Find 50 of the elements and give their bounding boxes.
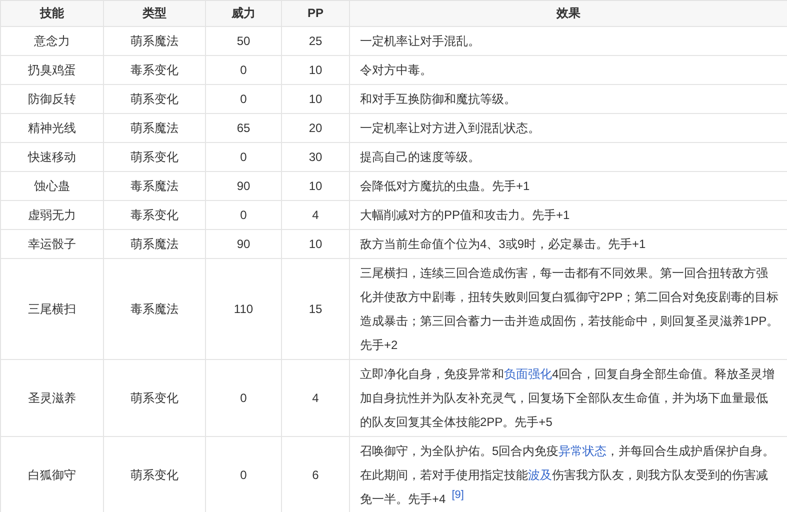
table-cell: 0 [206, 200, 282, 230]
table-cell: 110 [206, 258, 282, 360]
table-cell: 10 [282, 172, 350, 200]
table-cell: 虚弱无力 [0, 200, 104, 230]
citation-link[interactable]: [9] [452, 488, 464, 500]
table-cell: 65 [206, 114, 282, 142]
table-cell: 4 [282, 200, 350, 230]
effect-link[interactable]: 负面强化 [504, 367, 552, 381]
column-header: 类型 [104, 0, 206, 26]
table-cell: 快速移动 [0, 142, 104, 172]
table-cell: 0 [206, 142, 282, 172]
table-cell: 萌系魔法 [104, 230, 206, 258]
table-cell: 毒系魔法 [104, 258, 206, 360]
table-cell: 白狐御守 [0, 436, 104, 512]
table-cell: 15 [282, 258, 350, 360]
table-cell: 90 [206, 172, 282, 200]
table-cell: 4 [282, 360, 350, 436]
table-cell: 扔臭鸡蛋 [0, 56, 104, 84]
column-header: 威力 [206, 0, 282, 26]
table-cell: 萌系魔法 [104, 114, 206, 142]
table-cell: 90 [206, 230, 282, 258]
table-cell: 20 [282, 114, 350, 142]
table-cell: 防御反转 [0, 84, 104, 114]
column-header: PP [282, 0, 350, 26]
table-cell: 25 [282, 26, 350, 56]
table-cell: 0 [206, 360, 282, 436]
table-cell: 意念力 [0, 26, 104, 56]
table-cell: 毒系变化 [104, 200, 206, 230]
table-cell: 10 [282, 56, 350, 84]
table-cell: 萌系变化 [104, 142, 206, 172]
table-cell: 三尾横扫 [0, 258, 104, 360]
table-cell: 幸运骰子 [0, 230, 104, 258]
table-cell: 0 [206, 84, 282, 114]
table-cell: 萌系变化 [104, 84, 206, 114]
table-cell: 10 [282, 84, 350, 114]
effect-link[interactable]: 异常状态 [558, 444, 607, 458]
table-cell: 精神光线 [0, 114, 104, 142]
table-cell: 30 [282, 142, 350, 172]
table-cell: 0 [206, 56, 282, 84]
table-cell: 萌系变化 [104, 360, 206, 436]
column-header: 效果 [350, 0, 787, 26]
table-cell: 圣灵滋养 [0, 360, 104, 436]
table-cell: 萌系魔法 [104, 26, 206, 56]
table-cell: 毒系魔法 [104, 172, 206, 200]
column-header: 技能 [0, 0, 104, 26]
table-cell: 10 [282, 230, 350, 258]
table-cell: 50 [206, 26, 282, 56]
table-cell: 毒系变化 [104, 56, 206, 84]
table-cell: 蚀心蛊 [0, 172, 104, 200]
effect-link[interactable]: 波及 [528, 468, 552, 482]
